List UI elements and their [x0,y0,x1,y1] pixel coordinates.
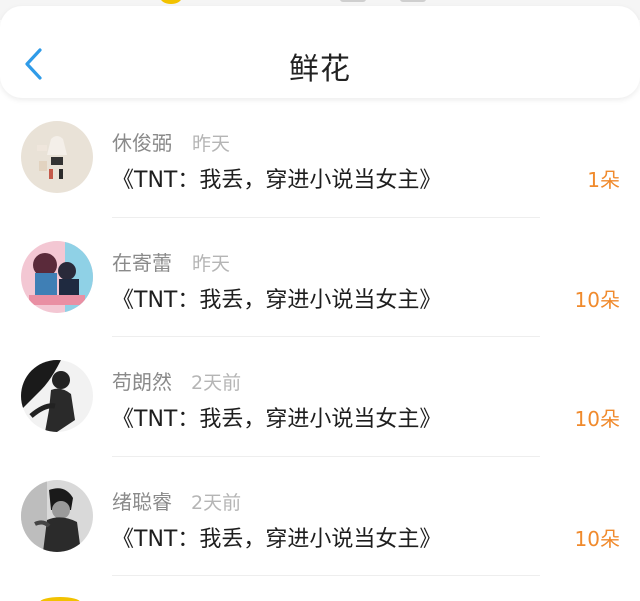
decor-dash [340,0,366,2]
book-title: 《TNT：我丢，穿进小说当女主》 [112,526,442,552]
user-name: 在寄蕾 [112,250,172,275]
list-item[interactable]: 绪聪睿 2天前 《TNT：我丢，穿进小说当女主》 10朵 [0,457,640,576]
avatar [21,121,93,193]
user-name: 绪聪睿 [112,489,172,514]
fashion-avatar-icon [21,121,93,193]
flower-list: 休俊弼 昨天 《TNT：我丢，穿进小说当女主》 1朵 在寄蕾 昨天 《TNT：我… [0,98,640,576]
portrait-avatar-icon [21,479,93,552]
time-label: 2天前 [191,372,242,394]
user-name: 休俊弼 [112,131,172,155]
book-title: 《TNT：我丢，穿进小说当女主》 [112,407,442,432]
header-bar: 鲜花 [0,6,640,98]
coin-icon [160,0,182,4]
flower-count: 10朵 [574,526,620,551]
avatar [21,479,93,552]
list-item[interactable]: 在寄蕾 昨天 《TNT：我丢，穿进小说当女主》 10朵 [0,218,640,337]
list-item[interactable]: 休俊弼 昨天 《TNT：我丢，穿进小说当女主》 1朵 [0,98,640,218]
next-avatar-peek [40,597,80,601]
list-item[interactable]: 苟朗然 2天前 《TNT：我丢，穿进小说当女主》 10朵 [0,337,640,457]
time-label: 昨天 [192,252,231,275]
book-title: 《TNT：我丢，穿进小说当女主》 [112,287,442,313]
anime-avatar-icon [21,240,93,313]
avatar [21,240,93,313]
avatar [21,360,93,432]
divider [112,575,540,576]
flower-count: 1朵 [587,168,620,192]
book-title: 《TNT：我丢，穿进小说当女主》 [112,168,442,193]
flower-count: 10朵 [574,407,620,431]
time-label: 2天前 [191,491,242,514]
page-title: 鲜花 [289,52,351,87]
time-label: 昨天 [192,133,231,155]
flowers-page: 鲜花 休俊弼 昨天 《TNT：我丢，穿进小说当女主》 1朵 在寄蕾 昨天 《TN… [0,0,640,601]
flower-count: 10朵 [574,287,620,312]
decor-dash [400,0,426,2]
silhouette-avatar-icon [21,360,93,432]
user-name: 苟朗然 [112,370,172,394]
